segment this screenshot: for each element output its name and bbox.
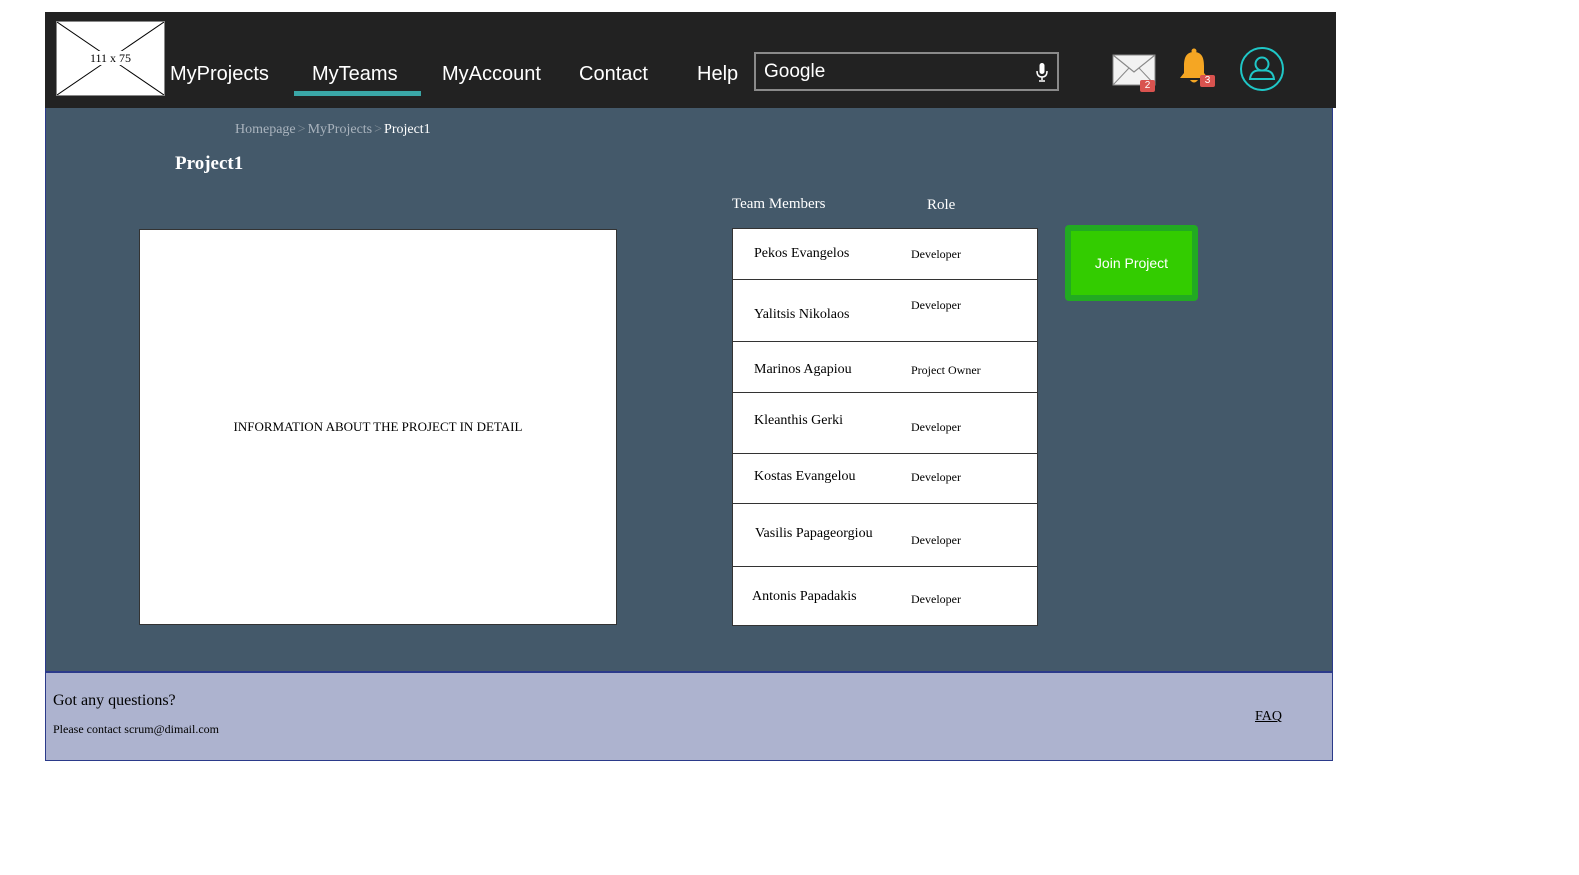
footer: Got any questions? Please contact scrum@… bbox=[45, 671, 1333, 761]
member-role: Project Owner bbox=[911, 363, 981, 377]
account-button[interactable] bbox=[1239, 46, 1285, 97]
table-row[interactable]: Vasilis Papageorgiou Developer bbox=[733, 504, 1037, 567]
breadcrumb-separator: > bbox=[374, 122, 383, 137]
notification-count-badge: 3 bbox=[1200, 75, 1215, 87]
member-role: Developer bbox=[911, 533, 961, 547]
notifications-button[interactable]: 3 bbox=[1178, 48, 1226, 90]
table-row[interactable]: Yalitsis Nikolaos Developer bbox=[733, 280, 1037, 342]
page-frame: 111 x 75 MyProjects MyTeams MyAccount Co… bbox=[45, 12, 1336, 761]
page-title: Project1 bbox=[175, 153, 244, 174]
member-role: Developer bbox=[911, 298, 961, 312]
table-row[interactable]: Pekos Evangelos Developer bbox=[733, 229, 1037, 280]
top-navbar: 111 x 75 MyProjects MyTeams MyAccount Co… bbox=[45, 12, 1336, 108]
nav-help[interactable]: Help bbox=[697, 63, 738, 86]
breadcrumb: Homepage > MyProjects > Project1 bbox=[235, 122, 431, 138]
project-info-panel: INFORMATION ABOUT THE PROJECT IN DETAIL bbox=[139, 229, 617, 625]
breadcrumb-myprojects[interactable]: MyProjects bbox=[308, 122, 373, 137]
logo-label: 111 x 75 bbox=[87, 51, 134, 65]
active-tab-indicator bbox=[294, 91, 421, 96]
team-members-table: Pekos Evangelos Developer Yalitsis Nikol… bbox=[732, 228, 1038, 626]
nav-myaccount[interactable]: MyAccount bbox=[442, 63, 541, 86]
mail-button[interactable]: 2 bbox=[1112, 54, 1160, 92]
table-row[interactable]: Kostas Evangelou Developer bbox=[733, 454, 1037, 504]
member-role: Developer bbox=[911, 420, 961, 434]
member-role: Developer bbox=[911, 592, 961, 606]
project-info-text: INFORMATION ABOUT THE PROJECT IN DETAIL bbox=[233, 419, 523, 434]
mail-count-badge: 2 bbox=[1140, 80, 1155, 92]
member-name: Kleanthis Gerki bbox=[754, 413, 844, 428]
google-logo: Google bbox=[764, 61, 826, 82]
join-project-button[interactable]: Join Project bbox=[1065, 225, 1198, 301]
breadcrumb-homepage[interactable]: Homepage bbox=[235, 122, 296, 137]
footer-question: Got any questions? bbox=[53, 692, 176, 709]
member-name: Kostas Evangelou bbox=[754, 469, 856, 484]
table-row[interactable]: Antonis Papadakis Developer bbox=[733, 567, 1037, 625]
nav-contact[interactable]: Contact bbox=[579, 63, 648, 86]
user-icon bbox=[1240, 47, 1284, 91]
breadcrumb-separator: > bbox=[297, 122, 306, 137]
nav-myprojects[interactable]: MyProjects bbox=[170, 63, 269, 86]
role-header: Role bbox=[927, 197, 956, 213]
microphone-icon[interactable] bbox=[1036, 63, 1048, 82]
member-name: Yalitsis Nikolaos bbox=[754, 307, 850, 322]
member-name: Vasilis Papageorgiou bbox=[755, 526, 873, 541]
member-name: Antonis Papadakis bbox=[752, 589, 857, 604]
search-input[interactable]: Google bbox=[754, 52, 1059, 91]
logo-placeholder[interactable]: 111 x 75 bbox=[56, 21, 165, 96]
main-content: Homepage > MyProjects > Project1 Project1 IN… bbox=[45, 108, 1333, 671]
team-members-header: Team Members bbox=[732, 196, 826, 212]
member-role: Developer bbox=[911, 470, 961, 484]
footer-contact: Please contact scrum@dimail.com bbox=[53, 722, 220, 736]
table-row[interactable]: Marinos Agapiou Project Owner bbox=[733, 342, 1037, 393]
member-name: Marinos Agapiou bbox=[754, 362, 852, 377]
breadcrumb-current: Project1 bbox=[384, 122, 431, 137]
member-role: Developer bbox=[911, 247, 961, 261]
table-row[interactable]: Kleanthis Gerki Developer bbox=[733, 393, 1037, 454]
member-name: Pekos Evangelos bbox=[754, 246, 850, 261]
nav-myteams[interactable]: MyTeams bbox=[312, 63, 398, 86]
faq-link[interactable]: FAQ bbox=[1255, 709, 1282, 725]
